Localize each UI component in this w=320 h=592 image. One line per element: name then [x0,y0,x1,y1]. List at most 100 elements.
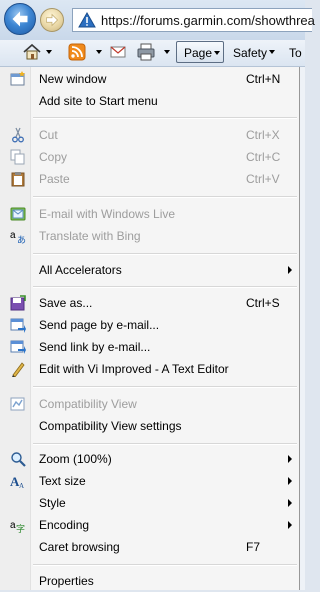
print-dropdown-caret[interactable] [164,50,170,54]
submenu-arrow-icon [288,266,292,274]
forward-arrow-icon [46,13,59,27]
text-size-icon: A A [10,473,26,489]
menu-item-label: All Accelerators [39,263,122,277]
address-field[interactable]: https://forums.garmin.com/showthrea [72,8,315,32]
menu-item-label: New window [39,72,107,86]
home-dropdown-caret[interactable] [46,50,52,54]
menu-item-label: Compatibility View settings [39,419,182,433]
shortcut-label: Ctrl+S [246,296,280,310]
save-icon [10,295,26,311]
menu-item-cut[interactable]: Cut Ctrl+X [0,124,298,146]
menu-item-label: Properties [39,574,94,588]
page-menu-label: Page [184,46,213,60]
safety-menu-button[interactable]: Safety [233,46,267,60]
submenu-arrow-icon [288,499,292,507]
menu-item-properties[interactable]: Properties [0,570,298,592]
menu-item-email-windows-live[interactable]: E-mail with Windows Live [0,203,298,225]
printer-icon [137,43,155,61]
warning-icon [78,12,96,28]
menu-item-caret-browsing[interactable]: Caret browsing F7 [0,536,298,558]
svg-text:A: A [19,482,24,489]
feeds-button[interactable] [67,42,87,63]
menu-item-label: Zoom (100%) [39,452,112,466]
send-link-icon [10,339,26,355]
compatibility-view-icon [10,396,26,412]
page-menu-button[interactable]: Page [176,41,224,63]
page-dropdown-caret [214,51,220,55]
translate-icon: a あ [10,228,26,244]
menu-item-send-link-email[interactable]: Send link by e-mail... [0,336,298,358]
menu-separator [33,386,297,388]
menu-item-label: Compatibility View [39,397,137,411]
menu-separator [33,564,297,566]
svg-text:a: a [10,230,16,241]
forward-button[interactable] [40,8,64,32]
submenu-arrow-icon [288,521,292,529]
menu-item-send-page-email[interactable]: Send page by e-mail... [0,314,298,336]
pencil-icon [10,361,26,377]
shortcut-label: F7 [246,540,261,554]
scissors-icon [10,127,26,143]
menu-item-save-as[interactable]: Save as... Ctrl+S [0,292,298,314]
menu-item-copy[interactable]: Copy Ctrl+C [0,146,298,168]
menu-item-new-window[interactable]: New window Ctrl+N [0,68,298,90]
menu-item-text-size[interactable]: A A Text size [0,470,298,492]
menu-item-compatibility-view-settings[interactable]: Compatibility View settings [0,415,298,437]
tools-menu-button[interactable]: To [289,46,302,60]
url-text: https://forums.garmin.com/showthrea [101,13,315,28]
menu-separator [33,253,297,255]
shortcut-label: Ctrl+N [246,72,281,86]
home-button[interactable] [22,42,42,63]
submenu-arrow-icon [288,477,292,485]
menu-item-label: Text size [39,474,86,488]
menu-item-label: Save as... [39,296,93,310]
windows-live-icon [10,206,26,222]
menu-item-edit-with-vim[interactable]: Edit with Vi Improved - A Text Editor [0,358,298,380]
back-button[interactable] [4,3,36,35]
back-arrow-icon [12,11,28,27]
encoding-icon: a 字 [10,517,26,533]
menu-item-add-site-to-start[interactable]: Add site to Start menu [0,90,298,112]
read-mail-button[interactable] [108,42,128,63]
menu-item-label: Copy [39,150,68,164]
menu-separator [33,117,297,119]
menu-separator [33,286,297,288]
send-page-icon [10,317,26,333]
magnifier-icon [10,451,26,467]
address-toolbar: https://forums.garmin.com/showthrea [0,0,315,40]
menu-item-zoom[interactable]: Zoom (100%) [0,448,298,470]
menu-item-all-accelerators[interactable]: All Accelerators [0,259,298,281]
menu-item-label: Paste [39,172,70,186]
clipboard-icon [10,171,26,187]
shortcut-label: Ctrl+V [246,172,280,186]
print-button[interactable] [136,42,156,63]
new-window-icon [10,71,26,87]
menu-item-paste[interactable]: Paste Ctrl+V [0,168,298,190]
menu-item-translate-bing[interactable]: a あ Translate with Bing [0,225,298,247]
shortcut-label: Ctrl+X [246,128,280,142]
home-icon [23,43,41,60]
menu-item-label: Encoding [39,518,90,532]
menu-item-label: Translate with Bing [39,229,141,243]
menu-item-compatibility-view[interactable]: Compatibility View [0,393,298,415]
menu-item-label: Edit with Vi Improved - A Text Editor [39,362,229,376]
mail-icon [110,46,126,58]
svg-text:あ: あ [17,235,26,244]
menu-item-label: Add site to Start menu [39,94,158,108]
copy-icon [10,149,26,165]
page-background [300,67,305,590]
menu-item-label: Cut [39,128,58,142]
menu-separator [33,443,297,445]
menu-item-label: Send link by e-mail... [39,340,151,354]
page-dropdown-menu: New window Ctrl+N Add site to Start menu… [0,67,300,590]
submenu-arrow-icon [288,455,292,463]
menu-item-style[interactable]: Style [0,492,298,514]
feeds-dropdown-caret[interactable] [96,50,102,54]
rss-icon [68,43,86,61]
command-bar: Page Safety To [0,40,305,67]
shortcut-label: Ctrl+C [246,150,281,164]
menu-separator [33,196,297,198]
menu-item-encoding[interactable]: a 字 Encoding [0,514,298,536]
menu-item-label: E-mail with Windows Live [39,207,176,221]
safety-dropdown-caret[interactable] [269,50,275,54]
